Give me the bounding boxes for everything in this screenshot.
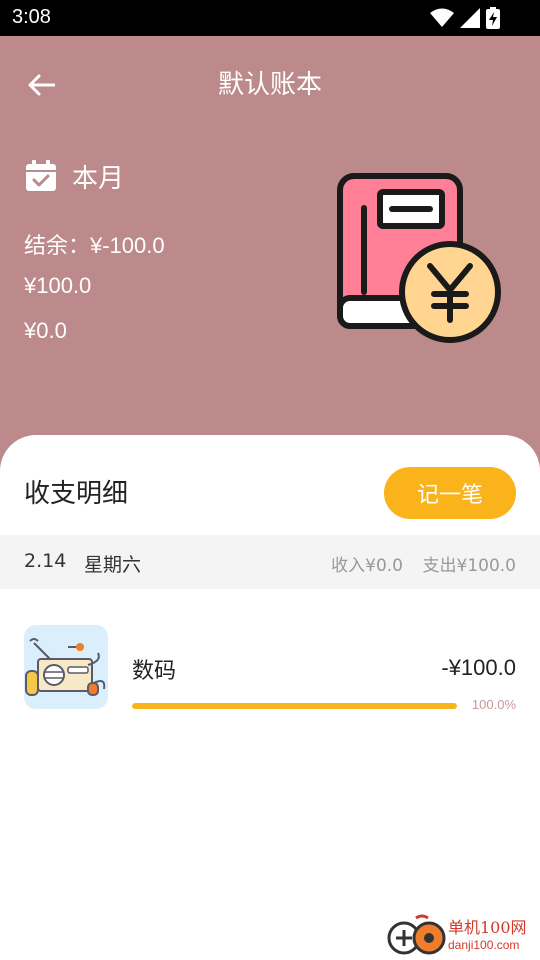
group-weekday: 星期六 (84, 554, 142, 576)
list-item[interactable]: 数码 -¥100.0 100.0% (24, 625, 516, 712)
group-date: 2.14 (24, 550, 67, 572)
balance-text: 结余：¥-100.0 (24, 233, 165, 258)
period-selector[interactable]: 本月 (24, 156, 124, 196)
date-group-header: 2.14 星期六 收入¥0.0 支出¥100.0 (0, 535, 540, 589)
details-sheet: 收支明细 记一笔 2.14 星期六 收入¥0.0 支出¥100.0 数码 -¥1… (0, 435, 540, 960)
item-category: 数码 (132, 659, 177, 684)
cell-signal-icon (460, 8, 480, 28)
item-percent: 100.0% (471, 697, 516, 712)
watermark-url: danji100.com (448, 938, 520, 952)
digital-category-icon (24, 625, 108, 709)
status-icons (430, 6, 500, 30)
site-watermark: 单机100网 danji100.com (386, 914, 536, 958)
group-expense: 支出¥100.0 (422, 556, 516, 576)
expense-total: ¥100.0 (24, 273, 92, 298)
watermark-title: 单机100网 (448, 918, 527, 937)
period-label: 本月 (72, 163, 125, 194)
group-income: 收入¥0.0 (331, 556, 403, 576)
income-total: ¥0.0 (24, 318, 67, 343)
battery-charging-icon (486, 7, 500, 29)
watermark-logo-icon (387, 914, 446, 955)
radio-icon (25, 638, 106, 696)
ledger-header: 默认账本 本月 结余：¥-100.0 ¥100.0 ¥0.0 (0, 36, 540, 476)
percent-bar (132, 703, 457, 709)
section-title: 收支明细 (24, 479, 129, 509)
ledger-book-icon (337, 173, 501, 343)
item-amount: -¥100.0 (441, 655, 516, 680)
page-title: 默认账本 (217, 70, 322, 100)
percent-bar-fill (132, 703, 457, 709)
calendar-check-icon (26, 160, 56, 191)
status-time: 3:08 (12, 6, 51, 28)
add-record-button[interactable]: 记一笔 (384, 467, 516, 519)
wifi-icon (430, 8, 454, 27)
status-bar: 3:08 (0, 0, 540, 36)
